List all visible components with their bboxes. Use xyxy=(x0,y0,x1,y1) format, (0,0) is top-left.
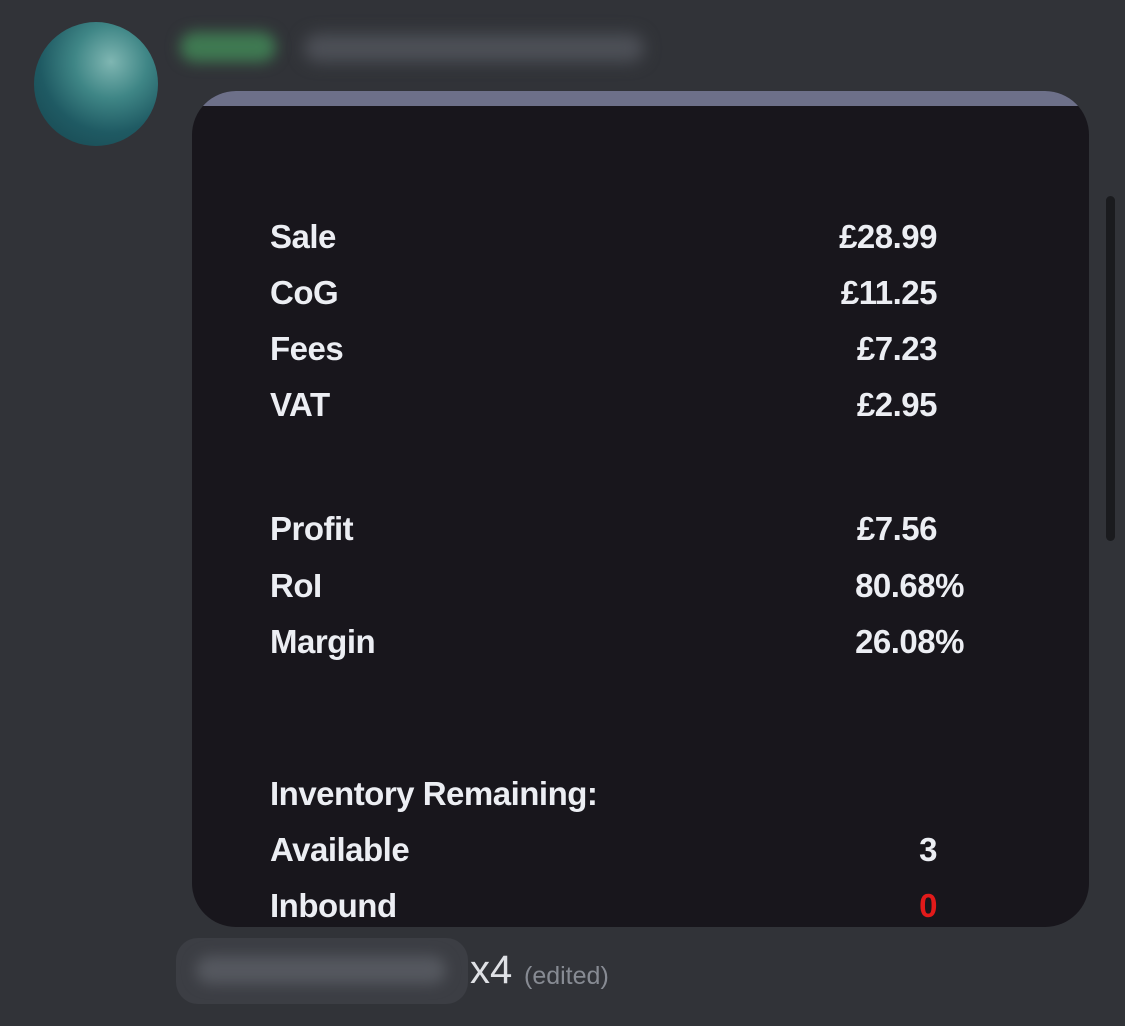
reaction-content-redacted xyxy=(196,956,446,984)
embed-row-profit: Profit £7.56 xyxy=(270,510,970,550)
embed-row-margin: Margin 26.08% xyxy=(270,623,970,663)
repeat-count: x4 xyxy=(470,948,513,992)
chat-message: Sale £28.99 CoG £11.25 Fees £7.23 VAT £2… xyxy=(0,0,1125,1026)
row-value: 26.08% xyxy=(855,623,964,660)
row-label: RoI xyxy=(270,567,322,604)
embed-row-roi: RoI 80.68% xyxy=(270,567,970,607)
embed-row-vat: VAT £2.95 xyxy=(270,386,970,426)
inventory-heading: Inventory Remaining: xyxy=(270,775,970,815)
edited-label: (edited) xyxy=(524,962,609,990)
message-embed: Sale £28.99 CoG £11.25 Fees £7.23 VAT £2… xyxy=(192,91,1089,927)
row-value: £7.56 xyxy=(856,510,938,547)
row-value: £28.99 xyxy=(839,218,937,255)
embed-row-inbound: Inbound 0 xyxy=(270,887,970,927)
row-value: 80.68% xyxy=(855,567,964,604)
row-value: £11.25 xyxy=(840,274,938,311)
row-value: 3 xyxy=(919,831,937,868)
row-label: Available xyxy=(270,831,410,868)
row-label: Fees xyxy=(270,330,344,367)
timestamp-redacted xyxy=(304,34,644,62)
row-value-alert: 0 xyxy=(919,887,937,924)
username-redacted[interactable] xyxy=(180,32,276,62)
row-label: Profit xyxy=(270,510,354,547)
embed-accent-bar xyxy=(192,91,1089,106)
reaction-redacted[interactable] xyxy=(176,938,468,1004)
embed-row-sale: Sale £28.99 xyxy=(270,218,970,258)
scrollbar-thumb[interactable] xyxy=(1106,196,1115,541)
row-label: Margin xyxy=(270,623,376,660)
row-value: £7.23 xyxy=(856,330,938,367)
row-label: CoG xyxy=(270,274,339,311)
row-value: £2.95 xyxy=(856,386,938,423)
embed-row-cog: CoG £11.25 xyxy=(270,274,970,314)
inventory-heading-text: Inventory Remaining: xyxy=(270,775,598,812)
embed-row-fees: Fees £7.23 xyxy=(270,330,970,370)
avatar[interactable] xyxy=(34,22,158,146)
message-header-redacted xyxy=(172,24,652,70)
row-label: Sale xyxy=(270,218,336,255)
row-label: VAT xyxy=(270,386,330,423)
row-label: Inbound xyxy=(270,887,397,924)
embed-row-available: Available 3 xyxy=(270,831,970,871)
